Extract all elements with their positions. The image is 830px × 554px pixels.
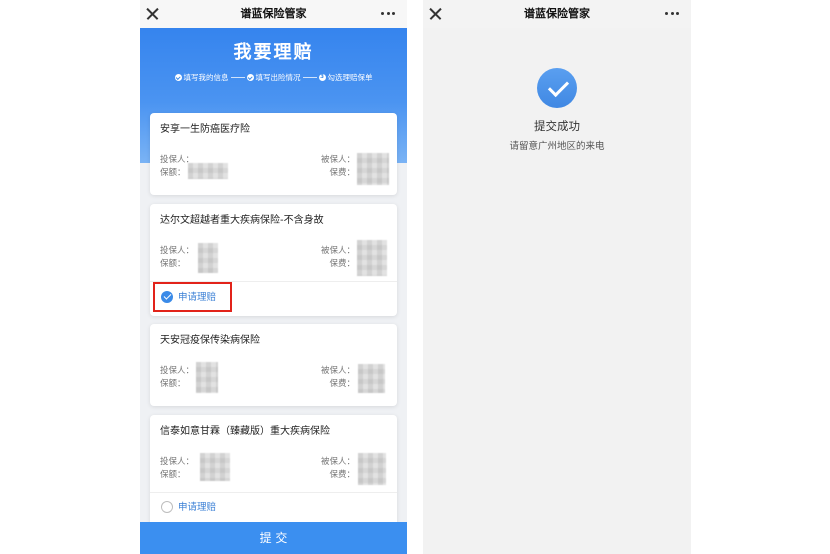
premium-label: 保费： bbox=[329, 259, 355, 269]
insured-label: 被保人： bbox=[320, 246, 355, 256]
progress-steps: 填写我的信息 填写出险情况 3 勾选理赔保单 bbox=[140, 73, 407, 82]
insured-label: 被保人： bbox=[320, 457, 355, 467]
policy-name: 达尔文超越者重大疾病保险-不含身故 bbox=[160, 215, 324, 226]
sum-insured-label: 保额： bbox=[160, 470, 186, 480]
premium-label: 保费： bbox=[329, 379, 355, 389]
step-connector bbox=[230, 77, 245, 78]
redacted-value bbox=[357, 153, 389, 185]
premium-label: 保费： bbox=[329, 168, 355, 178]
redacted-value bbox=[358, 453, 386, 485]
page-title: 我要理赔 bbox=[233, 42, 314, 63]
more-icon[interactable] bbox=[381, 12, 395, 15]
policy-left-fields: 投保人： 保额： bbox=[160, 365, 194, 391]
submit-button[interactable]: 提 交 bbox=[140, 522, 407, 554]
step-label: 勾选理赔保单 bbox=[327, 73, 373, 82]
step-label: 填写出险情况 bbox=[255, 73, 301, 82]
redacted-value bbox=[188, 163, 228, 179]
check-circle-icon[interactable] bbox=[161, 501, 173, 513]
claim-screen: 谱蓝保险管家 我要理赔 填写我的信息 填写出险情况 3 勾选理赔保单 安享一生防… bbox=[140, 0, 407, 554]
more-icon[interactable] bbox=[665, 12, 679, 15]
top-bar: 谱蓝保险管家 bbox=[140, 0, 407, 28]
sum-insured-label: 保额： bbox=[160, 259, 186, 269]
policy-name: 安享一生防癌医疗险 bbox=[160, 124, 250, 135]
success-screen: 谱蓝保险管家 提交成功 请留意广州地区的来电 bbox=[423, 0, 691, 554]
policy-right-fields: 被保人： 保费： bbox=[321, 154, 355, 180]
success-title: 提交成功 bbox=[534, 119, 580, 133]
redacted-value bbox=[358, 364, 385, 393]
apply-claim-checkbox[interactable]: 申请理赔 bbox=[150, 492, 250, 522]
highlight-box bbox=[153, 282, 232, 312]
policy-right-fields: 被保人： 保费： bbox=[321, 245, 355, 271]
success-check-icon bbox=[537, 68, 577, 108]
policyholder-label: 投保人： bbox=[160, 457, 195, 467]
redacted-value bbox=[200, 453, 230, 481]
policy-card[interactable]: 天安冠疫保传染病保险 投保人： 保额： 被保人： 保费： bbox=[150, 324, 397, 406]
app-title: 谱蓝保险管家 bbox=[524, 7, 590, 20]
success-message: 请留意广州地区的来电 bbox=[509, 141, 605, 152]
policy-card[interactable]: 安享一生防癌医疗险 投保人： 保额： 被保人： 保费： bbox=[150, 113, 397, 195]
check-icon bbox=[174, 74, 182, 81]
premium-label: 保费： bbox=[329, 470, 355, 480]
policyholder-label: 投保人： bbox=[160, 246, 195, 256]
redacted-value bbox=[357, 240, 387, 276]
apply-claim-label[interactable]: 申请理赔 bbox=[178, 502, 216, 513]
insured-label: 被保人： bbox=[320, 155, 355, 165]
redacted-value bbox=[196, 362, 218, 393]
top-bar: 谱蓝保险管家 bbox=[423, 0, 691, 28]
check-icon bbox=[246, 74, 254, 81]
policy-left-fields: 投保人： 保额： bbox=[160, 456, 194, 482]
sum-insured-label: 保额： bbox=[160, 379, 186, 389]
policy-left-fields: 投保人： 保额： bbox=[160, 245, 194, 271]
step-label: 填写我的信息 bbox=[183, 73, 229, 82]
policy-card[interactable]: 达尔文超越者重大疾病保险-不含身故 投保人： 保额： 被保人： 保费： 申请理赔 bbox=[150, 204, 397, 316]
policy-name: 信泰如意甘霖（臻藏版）重大疾病保险 bbox=[160, 426, 330, 437]
step-number-icon: 3 bbox=[318, 74, 326, 81]
policy-right-fields: 被保人： 保费： bbox=[321, 365, 355, 391]
policy-name: 天安冠疫保传染病保险 bbox=[160, 335, 260, 346]
redacted-value bbox=[198, 243, 218, 273]
step-connector bbox=[302, 77, 317, 78]
policyholder-label: 投保人： bbox=[160, 366, 195, 376]
insured-label: 被保人： bbox=[320, 366, 355, 376]
policy-right-fields: 被保人： 保费： bbox=[321, 456, 355, 482]
app-title: 谱蓝保险管家 bbox=[240, 7, 307, 20]
